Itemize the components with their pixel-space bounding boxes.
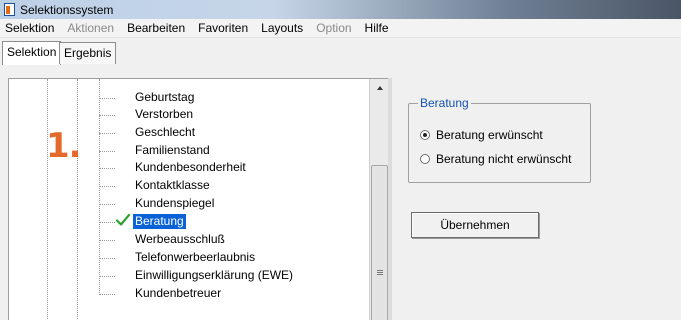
tree-item-label: Einwilligungserklärung (EWE) <box>135 268 294 282</box>
title-bar: Selektionssystem <box>0 0 681 19</box>
tree-item-label: Geschlecht <box>135 125 196 139</box>
radio-checked-icon <box>420 130 430 140</box>
tab-ergebnis[interactable]: Ergebnis <box>59 42 117 64</box>
tree-item-label: Telefonwerbeerlaubnis <box>135 250 256 264</box>
tree-item-label: Kundenbesonderheit <box>135 160 246 174</box>
tree-item-label: Kontaktklasse <box>135 178 210 192</box>
apply-button[interactable]: Übernehmen <box>411 212 539 238</box>
menu-selektion[interactable]: Selektion <box>5 21 54 35</box>
radio-unchecked-icon <box>420 154 430 164</box>
menu-bearbeiten[interactable]: Bearbeiten <box>127 21 185 35</box>
menu-aktionen[interactable]: Aktionen <box>67 21 114 35</box>
tree-item-label: Geburtstag <box>135 90 195 104</box>
tree-item-label: Kundenbetreuer <box>135 286 222 300</box>
menu-layouts[interactable]: Layouts <box>261 21 303 35</box>
tree-item-einwilligungserklaerung[interactable]: Einwilligungserklärung (EWE) <box>9 268 369 283</box>
tree-item-label: Kundenspiegel <box>135 196 215 210</box>
tree-item-kundenbesonderheit[interactable]: Kundenbesonderheit <box>9 160 369 175</box>
radio-beratung-erwuenscht[interactable]: Beratung erwünscht <box>420 128 543 142</box>
scroll-up-arrow-icon[interactable] <box>370 79 388 96</box>
menu-favoriten[interactable]: Favoriten <box>198 21 248 35</box>
tree-item-kundenbetreuer[interactable]: Kundenbetreuer <box>9 286 369 301</box>
tree-item-geburtstag[interactable]: Geburtstag <box>9 90 369 105</box>
window-title: Selektionssystem <box>20 2 114 17</box>
tab-bar: Selektion Ergebnis <box>0 38 681 68</box>
tree-item-label: Werbeausschluß <box>135 232 225 246</box>
tree-item-label: Beratung <box>133 214 186 229</box>
radio-beratung-nicht-erwuenscht[interactable]: Beratung nicht erwünscht <box>420 152 571 166</box>
tree-item-telefonwerbeerlaubnis[interactable]: Telefonwerbeerlaubnis <box>9 250 369 265</box>
tree-item-kundenspiegel[interactable]: Kundenspiegel <box>9 196 369 211</box>
beratung-group-box <box>408 103 591 183</box>
tab-selektion[interactable]: Selektion <box>2 41 62 65</box>
tree-item-familienstand[interactable]: Familienstand <box>9 143 369 158</box>
tree-item-werbeausschluss[interactable]: Werbeausschluß <box>9 232 369 247</box>
menu-bar: Selektion Aktionen Bearbeiten Favoriten … <box>0 19 681 38</box>
criteria-tree[interactable]: 1. Geburtstag Verstorben Geschlecht Fami… <box>8 78 388 320</box>
group-title: Beratung <box>418 96 471 110</box>
scrollbar-thumb[interactable] <box>371 165 388 320</box>
menu-option[interactable]: Option <box>316 21 351 35</box>
tree-scrollbar[interactable] <box>369 79 388 320</box>
tree-item-label: Familienstand <box>135 143 210 157</box>
tree-item-verstorben[interactable]: Verstorben <box>9 107 369 122</box>
radio-label: Beratung erwünscht <box>436 128 543 142</box>
green-checkmark-icon <box>115 213 131 226</box>
radio-label: Beratung nicht erwünscht <box>436 152 572 166</box>
tree-item-geschlecht[interactable]: Geschlecht <box>9 125 369 140</box>
tree-item-label: Verstorben <box>135 107 194 121</box>
tree-item-kontaktklasse[interactable]: Kontaktklasse <box>9 178 369 193</box>
panel-splitter[interactable] <box>388 78 392 320</box>
tree-item-beratung[interactable]: Beratung <box>9 213 369 229</box>
app-icon <box>4 3 15 16</box>
menu-hilfe[interactable]: Hilfe <box>365 21 389 35</box>
